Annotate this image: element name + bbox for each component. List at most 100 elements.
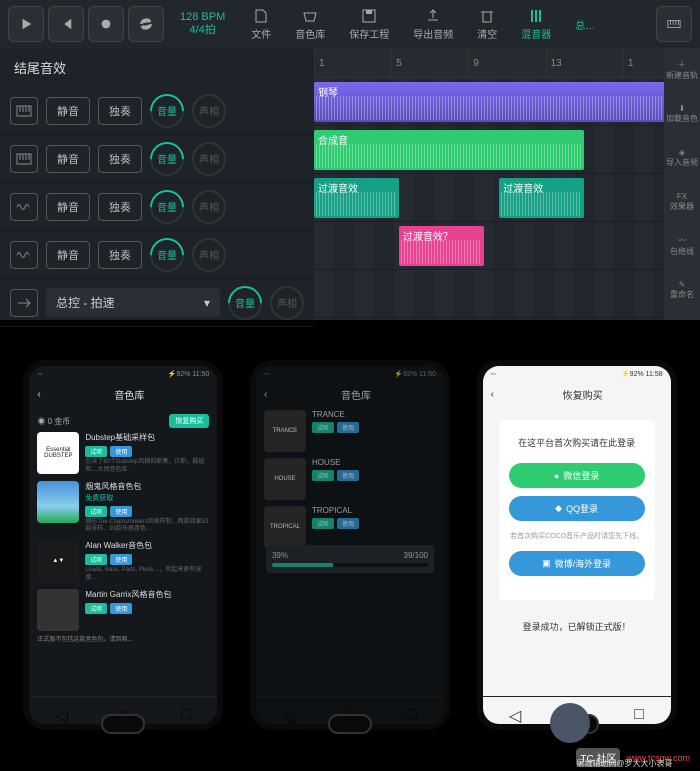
solo-button[interactable]: 独奏 — [98, 97, 142, 125]
tempo-display[interactable]: 128 BPM 4/4拍 — [168, 11, 237, 37]
pack-desc: Leads, Bass, Pads, Pluck…，听起来更有深度… — [85, 567, 209, 583]
nav-back-icon[interactable]: ◁ — [56, 706, 66, 716]
clip[interactable]: 合成音 — [314, 130, 584, 170]
listen-tag[interactable]: 试听 — [85, 603, 107, 614]
listen-tag[interactable]: 试听 — [312, 518, 334, 529]
menu-mixer[interactable]: 混音器 — [511, 8, 561, 41]
sound-pack[interactable]: ▲▼ Alan Walker音色包 试听使用 Leads, Bass, Pads… — [37, 540, 209, 583]
keyboard-button[interactable] — [656, 6, 692, 42]
mute-button[interactable]: 静音 — [46, 193, 90, 221]
nav-recent-icon[interactable]: □ — [181, 706, 191, 716]
track-type-icon[interactable] — [10, 145, 38, 173]
solo-button[interactable]: 独奏 — [98, 193, 142, 221]
home-button[interactable] — [328, 714, 372, 734]
pack-title: Dubstep基础采样包 — [85, 432, 209, 443]
section-title: 结尾音效 — [0, 48, 314, 87]
plus-icon: ＋ — [678, 59, 686, 70]
pack-thumbnail — [37, 481, 79, 523]
rewind-button[interactable] — [48, 6, 84, 42]
sound-pack[interactable]: TRANCE TRANCE 试听使用 — [264, 410, 436, 452]
master-dropdown[interactable]: 总控 - 拍速▾ — [46, 288, 220, 317]
mute-button[interactable]: 静音 — [46, 97, 90, 125]
timeline-lanes[interactable]: 钢琴合成音过渡音效 过渡音效过渡音效？ — [314, 78, 700, 320]
back-icon[interactable]: ‹ — [37, 389, 49, 400]
sound-pack[interactable]: TROPICAL TROPICAL 试听使用 — [264, 506, 436, 548]
track-type-icon[interactable] — [10, 241, 38, 269]
menu-master[interactable]: 总… — [565, 17, 605, 32]
solo-button[interactable]: 独奏 — [98, 145, 142, 173]
mute-button[interactable]: 静音 — [46, 145, 90, 173]
use-tag[interactable]: 使用 — [337, 518, 359, 529]
coin-balance[interactable]: ◉ 0 金币 — [37, 416, 70, 427]
clip[interactable]: 过渡音效？ — [399, 226, 484, 266]
weibo-login-button[interactable]: ▣ 微博/海外登录 — [509, 551, 645, 576]
master-track: 总控 - 拍速▾ 音量 声相 — [0, 279, 314, 327]
nav-back-icon[interactable]: ◁ — [282, 706, 292, 716]
sidebar-edit[interactable]: ✎重命名 — [664, 268, 700, 312]
home-button[interactable] — [101, 714, 145, 734]
volume-knob[interactable]: 音量 — [150, 190, 184, 224]
menu-save[interactable]: 保存工程 — [339, 8, 399, 41]
listen-tag[interactable]: 试听 — [85, 554, 107, 565]
sidebar-diamond[interactable]: ◈导入音频 — [664, 136, 700, 180]
listen-tag[interactable]: 试听 — [312, 422, 334, 433]
footer-note: 正式版不包括这款音色包，请到商… — [37, 637, 209, 645]
menu-file[interactable]: 文件 — [241, 8, 281, 41]
menu-clear[interactable]: 清空 — [467, 8, 507, 41]
lane[interactable] — [314, 222, 700, 270]
volume-knob[interactable]: 音量 — [150, 94, 184, 128]
track-row: 静音 独奏 音量 声相 — [0, 135, 314, 183]
pack-thumbnail: TROPICAL — [264, 506, 306, 548]
back-icon[interactable]: ‹ — [491, 389, 503, 400]
sidebar-envelope[interactable]: 〰包络线 — [664, 224, 700, 268]
clip[interactable]: 过渡音效 — [499, 178, 584, 218]
restore-button[interactable]: 恢复购买 — [169, 414, 209, 428]
sidebar-download[interactable]: ⬇加载音色 — [664, 92, 700, 136]
menu-export[interactable]: 导出音频 — [403, 8, 463, 41]
back-icon[interactable]: ‹ — [264, 389, 276, 400]
sound-pack[interactable]: Essential DUBSTEP Dubstep基础采样包 试听使用 包含了6… — [37, 432, 209, 475]
pan-knob[interactable]: 声相 — [192, 190, 226, 224]
watermark: 屠城辅助网@罗大大小表哥 TC 社区 www.tcsqw.com — [576, 748, 690, 767]
pan-knob[interactable]: 声相 — [192, 142, 226, 176]
sidebar-plus[interactable]: ＋新建音轨 — [664, 48, 700, 92]
master-volume-knob[interactable]: 音量 — [228, 286, 262, 320]
pan-knob[interactable]: 声相 — [192, 94, 226, 128]
listen-tag[interactable]: 试听 — [85, 506, 107, 517]
mute-button[interactable]: 静音 — [46, 241, 90, 269]
nav-recent-icon[interactable]: □ — [408, 706, 418, 716]
solo-button[interactable]: 独奏 — [98, 241, 142, 269]
listen-tag[interactable]: 试听 — [85, 446, 107, 457]
loop-button[interactable] — [128, 6, 164, 42]
volume-knob[interactable]: 音量 — [150, 142, 184, 176]
use-tag[interactable]: 使用 — [110, 554, 132, 565]
use-tag[interactable]: 使用 — [110, 446, 132, 457]
master-pan-knob[interactable]: 声相 — [270, 286, 304, 320]
wechat-login-button[interactable]: ● 微信登录 — [509, 463, 645, 488]
use-tag[interactable]: 使用 — [110, 506, 132, 517]
use-tag[interactable]: 使用 — [110, 603, 132, 614]
track-type-icon[interactable] — [10, 193, 38, 221]
pack-thumbnail: HOUSE — [264, 458, 306, 500]
nav-back-icon[interactable]: ◁ — [509, 706, 519, 716]
use-tag[interactable]: 使用 — [337, 470, 359, 481]
play-button[interactable] — [8, 6, 44, 42]
timeline-ruler[interactable]: 159131 — [314, 48, 700, 78]
listen-tag[interactable]: 试听 — [312, 470, 334, 481]
lane[interactable] — [314, 270, 700, 318]
nav-recent-icon[interactable]: □ — [634, 706, 644, 716]
clip[interactable]: 钢琴 — [314, 82, 700, 122]
sound-pack[interactable]: HOUSE HOUSE 试听使用 — [264, 458, 436, 500]
pan-knob[interactable]: 声相 — [192, 238, 226, 272]
sound-pack[interactable]: Martin Garrix风格音色包 试听使用 — [37, 589, 209, 631]
clip[interactable]: 过渡音效 — [314, 178, 399, 218]
volume-knob[interactable]: 音量 — [150, 238, 184, 272]
record-button[interactable] — [88, 6, 124, 42]
use-tag[interactable]: 使用 — [337, 422, 359, 433]
menu-soundlib[interactable]: 音色库 — [285, 8, 335, 41]
sound-pack[interactable]: 烟鬼风格音色包 免费获取 试听使用 随形The Chainsmokers风格样制… — [37, 481, 209, 535]
qq-login-button[interactable]: ◆ QQ登录 — [509, 496, 645, 521]
track-type-icon[interactable] — [10, 97, 38, 125]
sidebar-fx[interactable]: FX效果器 — [664, 180, 700, 224]
pack-title: TROPICAL — [312, 506, 436, 515]
